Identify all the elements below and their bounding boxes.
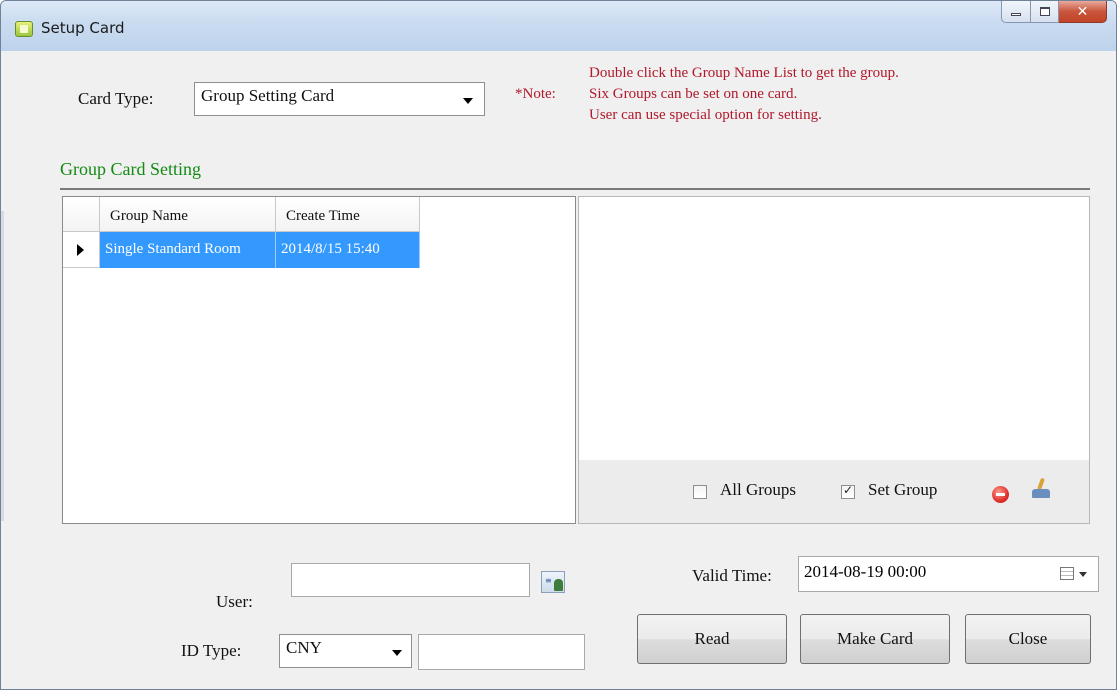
card-type-value: Group Setting Card xyxy=(201,86,335,105)
set-group-label: Set Group xyxy=(868,480,938,499)
column-header-group-name[interactable]: Group Name xyxy=(100,197,276,232)
grid-corner xyxy=(63,197,100,232)
group-grid[interactable]: Group Name Create Time Single Standard R… xyxy=(62,196,576,524)
note-line: Six Groups can be set on one card. xyxy=(589,86,798,102)
close-icon: ✕ xyxy=(1076,3,1089,20)
user-label: User: xyxy=(216,592,253,611)
read-button[interactable]: Read xyxy=(637,614,787,664)
title-bar[interactable]: Setup Card ✕ xyxy=(1,1,1116,51)
note-text: Double click the Group Name List to get … xyxy=(589,63,899,126)
maximize-button[interactable] xyxy=(1031,1,1059,23)
group-options-toolbar: All Groups ✓ Set Group xyxy=(579,460,1089,523)
cell-create-time[interactable]: 2014/8/15 15:40 xyxy=(276,232,420,268)
checkmark-icon: ✓ xyxy=(843,483,854,497)
clear-brush-icon[interactable] xyxy=(1030,477,1052,500)
calendar-icon xyxy=(1060,567,1074,580)
setup-card-window: Setup Card ✕ Card Type: Group Setting Ca… xyxy=(0,0,1117,690)
minimize-button[interactable] xyxy=(1001,1,1031,23)
window-close-button[interactable]: ✕ xyxy=(1059,1,1107,23)
column-header-create-time[interactable]: Create Time xyxy=(276,197,420,232)
cell-group-name[interactable]: Single Standard Room xyxy=(100,232,276,268)
remove-icon[interactable] xyxy=(992,486,1009,503)
table-row[interactable]: Single Standard Room 2014/8/15 15:40 xyxy=(63,232,420,268)
all-groups-checkbox[interactable] xyxy=(693,485,707,499)
id-type-label: ID Type: xyxy=(181,641,242,660)
card-type-label: Card Type: xyxy=(78,89,154,108)
window-controls: ✕ xyxy=(1001,1,1107,23)
valid-time-value: 2014-08-19 00:00 xyxy=(804,562,927,581)
all-groups-label: All Groups xyxy=(720,480,797,499)
id-card-icon: ≡ xyxy=(545,576,552,585)
chevron-down-icon xyxy=(463,98,473,104)
section-title: Group Card Setting xyxy=(60,159,201,179)
select-user-button[interactable]: ≡ xyxy=(541,571,565,593)
set-group-checkbox[interactable]: ✓ xyxy=(841,483,855,499)
note-label: *Note: xyxy=(515,86,556,102)
maximize-icon xyxy=(1039,7,1050,16)
minimize-icon xyxy=(1011,13,1021,16)
id-type-value: CNY xyxy=(286,638,322,657)
close-button[interactable]: Close xyxy=(965,614,1091,664)
make-card-button[interactable]: Make Card xyxy=(800,614,950,664)
current-row-arrow-icon xyxy=(77,244,84,256)
user-input[interactable] xyxy=(291,563,530,597)
chevron-down-icon xyxy=(1079,572,1087,577)
valid-time-picker[interactable]: 2014-08-19 00:00 xyxy=(798,556,1099,592)
dialog-body: Card Type: Group Setting Card *Note: Dou… xyxy=(9,51,1108,689)
brush-head xyxy=(1032,489,1050,498)
selected-groups-panel[interactable]: All Groups ✓ Set Group xyxy=(578,196,1090,524)
note-line: User can use special option for setting. xyxy=(589,107,822,123)
chevron-down-icon xyxy=(392,650,402,656)
id-type-select[interactable]: CNY xyxy=(279,634,412,668)
valid-time-label: Valid Time: xyxy=(692,566,772,585)
app-icon xyxy=(15,21,33,37)
id-number-input[interactable] xyxy=(418,634,585,670)
note-line: Double click the Group Name List to get … xyxy=(589,65,899,81)
card-type-select[interactable]: Group Setting Card xyxy=(194,82,485,116)
section-divider xyxy=(60,188,1090,190)
row-header[interactable] xyxy=(63,232,100,268)
person-icon xyxy=(554,579,563,591)
window-title: Setup Card xyxy=(41,19,125,37)
grid-header: Group Name Create Time xyxy=(63,197,420,232)
window-edge-strip xyxy=(1,211,4,521)
